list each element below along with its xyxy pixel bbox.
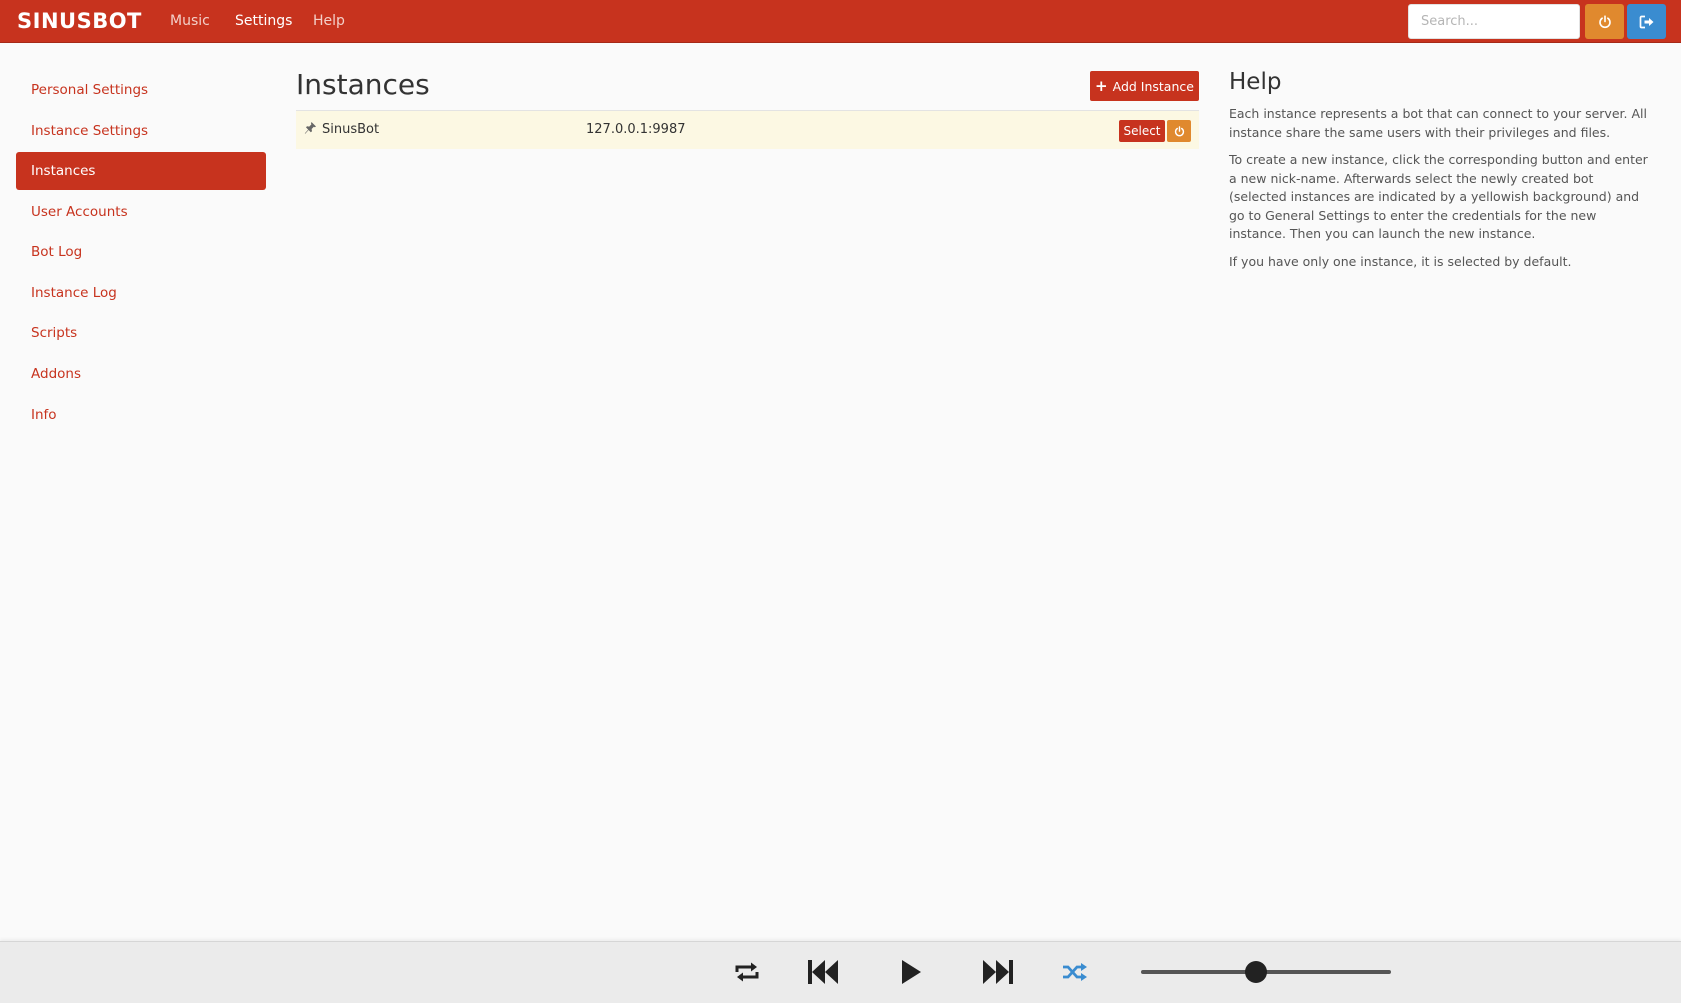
- sidebar-item-instances[interactable]: Instances: [16, 152, 266, 190]
- nav-link-help[interactable]: Help: [313, 13, 345, 29]
- add-instance-button[interactable]: + Add Instance: [1090, 71, 1199, 101]
- repeat-icon: [735, 962, 759, 982]
- previous-icon: [808, 960, 838, 984]
- select-instance-button[interactable]: Select: [1119, 120, 1165, 142]
- sidebar-item-personal-settings[interactable]: Personal Settings: [16, 71, 266, 109]
- instance-name: SinusBot: [322, 122, 380, 137]
- sidebar-item-user-accounts[interactable]: User Accounts: [16, 193, 266, 231]
- instance-power-button[interactable]: [1167, 120, 1191, 142]
- table-row[interactable]: SinusBot 127.0.0.1:9987 Select: [296, 110, 1199, 149]
- brand-logo[interactable]: SINUSBOT: [17, 9, 142, 33]
- search-input[interactable]: [1408, 4, 1580, 39]
- plus-icon: +: [1095, 76, 1108, 95]
- instance-address: 127.0.0.1:9987: [586, 122, 686, 137]
- page-title: Instances: [296, 68, 430, 101]
- next-button[interactable]: [980, 954, 1016, 990]
- shuffle-button[interactable]: [1059, 954, 1091, 990]
- nav-link-music[interactable]: Music: [170, 13, 210, 29]
- shuffle-icon: [1063, 963, 1087, 981]
- help-title: Help: [1229, 69, 1282, 95]
- next-icon: [983, 960, 1013, 984]
- help-paragraph: If you have only one instance, it is sel…: [1229, 254, 1572, 269]
- player-bar: [0, 941, 1681, 1003]
- sidebar-item-instance-settings[interactable]: Instance Settings: [16, 112, 266, 150]
- repeat-button[interactable]: [731, 954, 763, 990]
- pin-icon: [304, 122, 316, 134]
- sidebar-item-addons[interactable]: Addons: [16, 355, 266, 393]
- power-icon: [1598, 14, 1611, 28]
- help-paragraph: Each instance represents a bot that can …: [1229, 106, 1647, 140]
- sidebar-item-scripts[interactable]: Scripts: [16, 314, 266, 352]
- power-icon: [1174, 125, 1184, 136]
- logout-button[interactable]: [1627, 4, 1666, 39]
- sidebar-item-bot-log[interactable]: Bot Log: [16, 233, 266, 271]
- add-instance-label: Add Instance: [1112, 78, 1194, 94]
- power-button[interactable]: [1585, 4, 1624, 39]
- previous-button[interactable]: [805, 954, 841, 990]
- help-paragraph: To create a new instance, click the corr…: [1229, 152, 1648, 241]
- top-navbar: SINUSBOT Music Settings Help: [0, 0, 1681, 43]
- play-button[interactable]: [896, 954, 926, 990]
- nav-link-settings[interactable]: Settings: [235, 13, 292, 29]
- sidebar-item-info[interactable]: Info: [16, 396, 266, 434]
- play-icon: [902, 960, 921, 984]
- volume-slider-handle[interactable]: [1245, 961, 1267, 983]
- logout-icon: [1639, 15, 1653, 28]
- sidebar-item-instance-log[interactable]: Instance Log: [16, 274, 266, 312]
